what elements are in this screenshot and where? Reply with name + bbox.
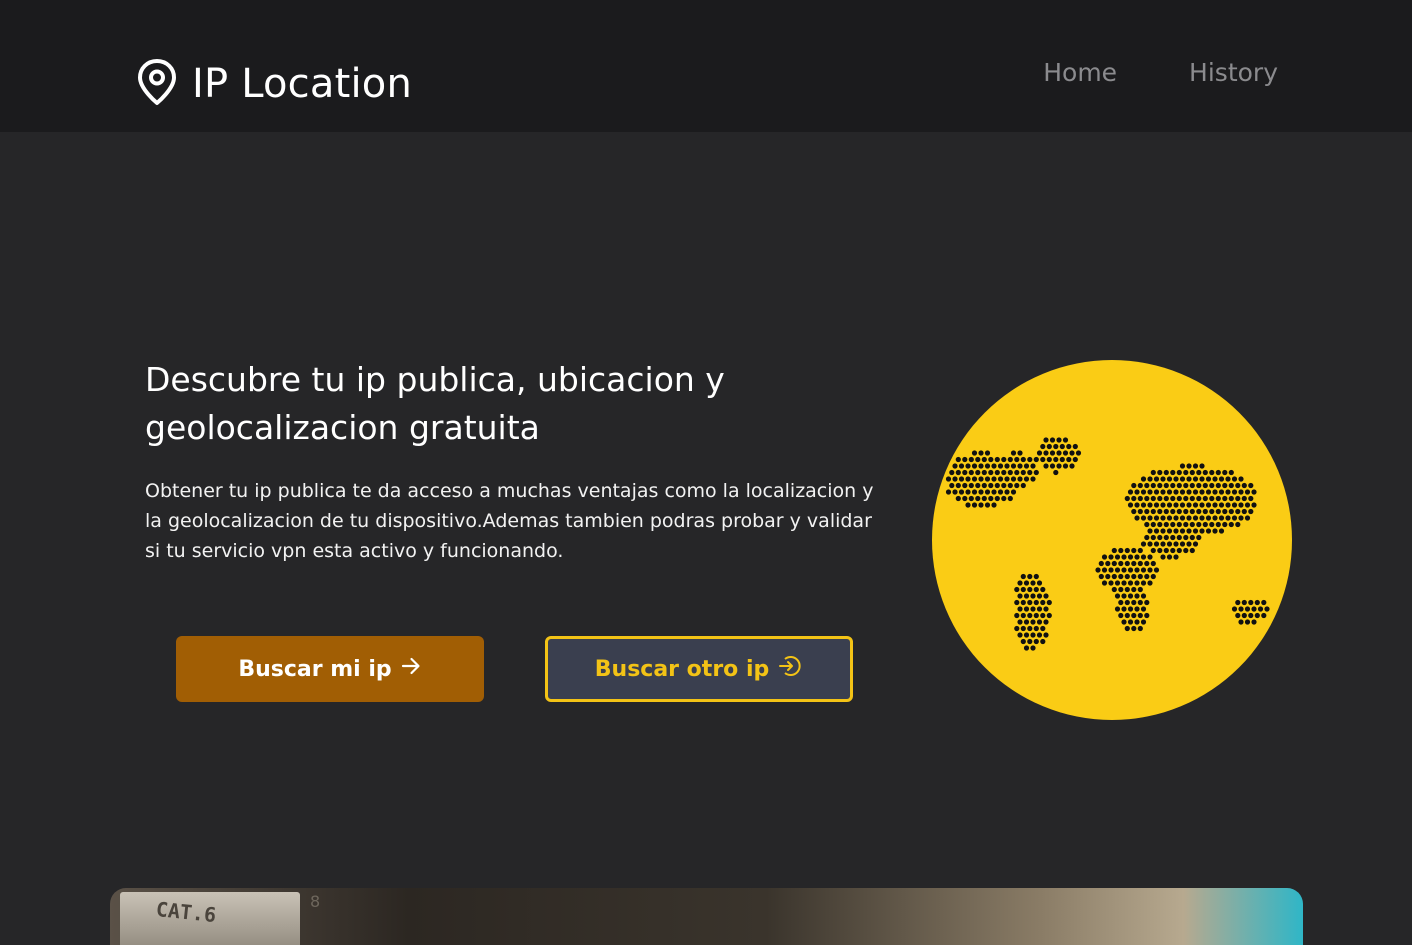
photo-number: 8	[310, 892, 321, 911]
map-pin-icon	[136, 58, 178, 110]
hero-photo: CAT.6 8	[110, 888, 1303, 945]
world-map-globe-icon	[932, 360, 1292, 720]
hero-description: Obtener tu ip publica te da acceso a muc…	[145, 480, 874, 562]
hero-title: Descubre tu ip publica, ubicacion y geol…	[145, 360, 725, 447]
brand-title: IP Location	[192, 61, 413, 107]
search-my-ip-button[interactable]: Buscar mi ip	[176, 636, 484, 702]
login-circle-icon	[777, 653, 803, 685]
main-nav: Home History	[1043, 58, 1278, 87]
search-other-ip-label: Buscar otro ip	[594, 656, 770, 682]
brand[interactable]: IP Location	[136, 56, 412, 112]
search-other-ip-button[interactable]: Buscar otro ip	[545, 636, 853, 702]
nav-history-link[interactable]: History	[1189, 58, 1278, 87]
nav-home-link[interactable]: Home	[1043, 58, 1117, 87]
search-my-ip-label: Buscar mi ip	[238, 656, 392, 682]
arrow-right-icon	[400, 655, 422, 683]
navbar: IP Location Home History	[0, 0, 1412, 132]
